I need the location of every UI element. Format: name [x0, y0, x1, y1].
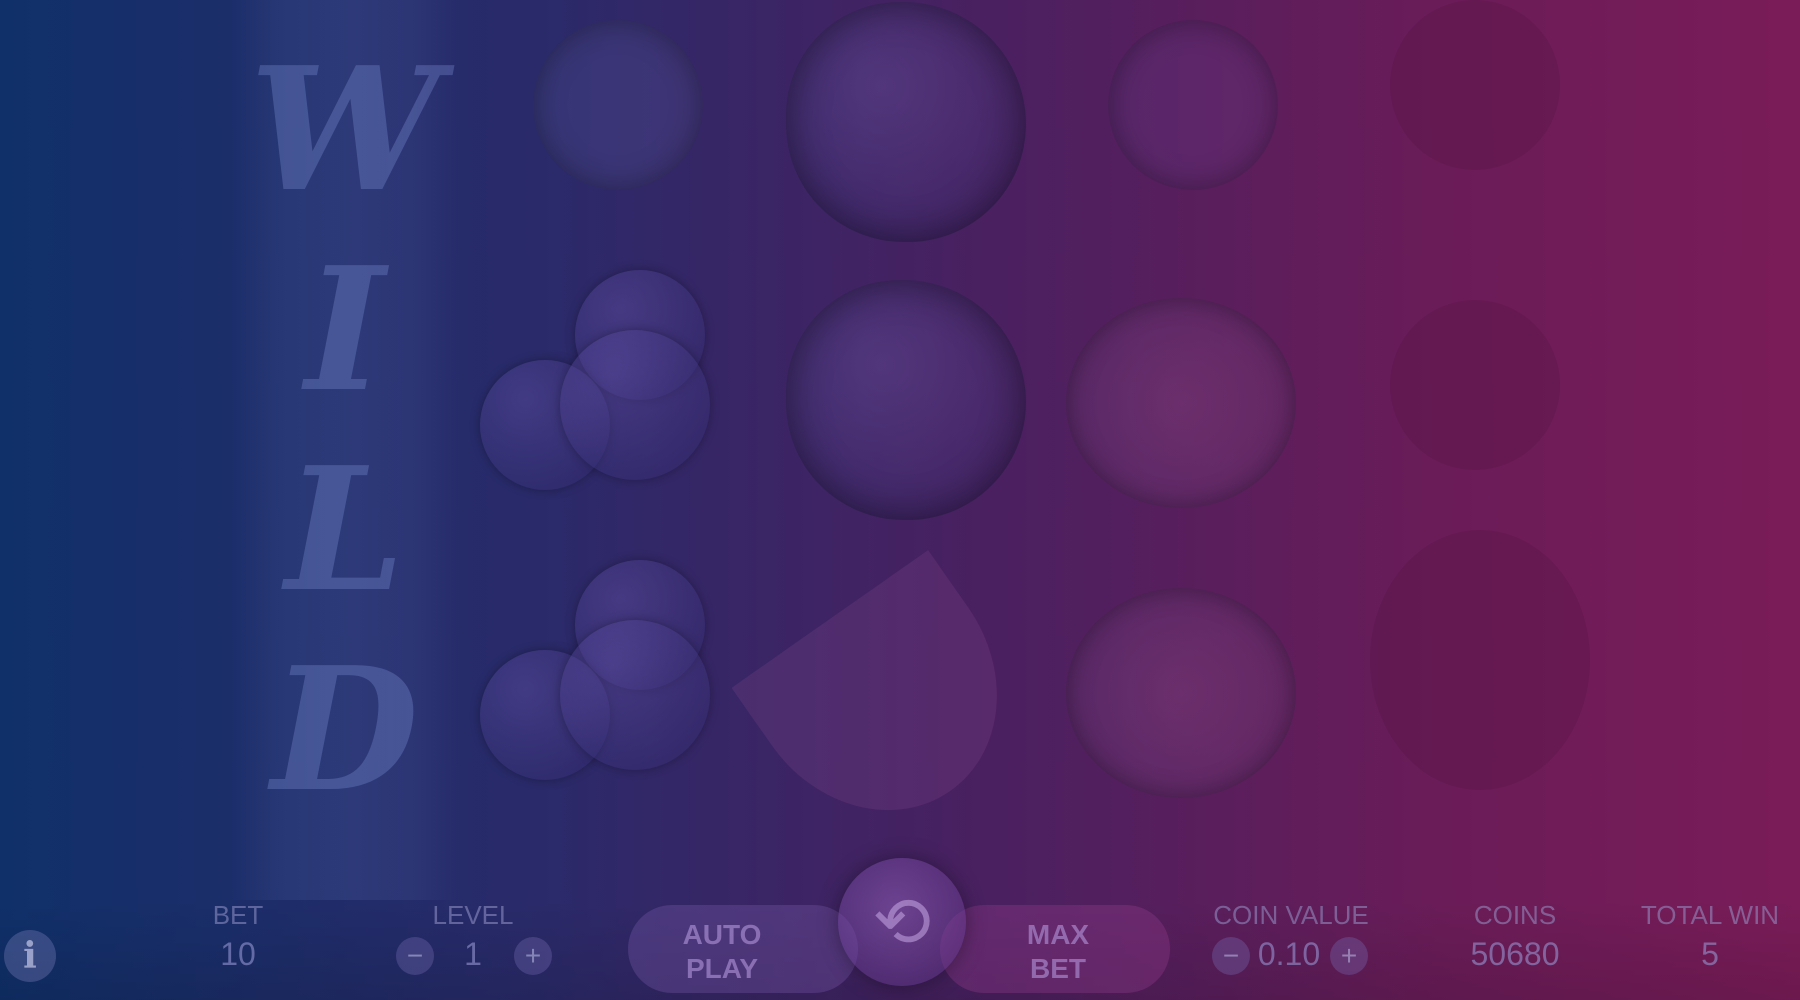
wild-symbol: W I L D — [250, 30, 441, 830]
auto-play-label-line2: PLAY — [685, 953, 759, 984]
coin-value: 0.10 — [1257, 936, 1321, 972]
blueberry-icon — [480, 560, 720, 800]
level-label: LEVEL — [432, 900, 514, 930]
max-bet-label-line2: BET — [1029, 953, 1086, 984]
auto-play-label-line1: AUTO — [682, 919, 762, 950]
coins-value: 50680 — [1470, 936, 1560, 972]
spade-icon — [1108, 20, 1278, 190]
level-increase-button[interactable]: + — [514, 937, 552, 975]
heart-icon — [1390, 300, 1560, 470]
blueberry-icon — [480, 270, 720, 510]
total-win-label: TOTAL WIN — [1640, 900, 1780, 930]
max-bet-label: MAX BET — [1027, 918, 1089, 986]
wild-letter: I — [305, 230, 385, 430]
wild-letter: D — [271, 630, 419, 830]
bet-value: 10 — [220, 936, 256, 972]
orange-slice-icon — [731, 550, 1049, 860]
auto-play-label: AUTO PLAY — [683, 918, 762, 986]
diamond-icon — [533, 20, 703, 190]
spin-arrows-icon: ⟲ — [872, 883, 932, 961]
coin-value-increase-button[interactable]: + — [1330, 937, 1368, 975]
coin-value-decrease-button[interactable]: − — [1212, 937, 1250, 975]
raspberry-icon — [786, 2, 1026, 242]
heart-icon — [1390, 0, 1560, 170]
wild-reel: W I L D — [230, 0, 460, 900]
spin-button[interactable]: ⟲ — [838, 858, 966, 986]
wild-letter: W — [249, 30, 441, 230]
coins-label: COINS — [1473, 900, 1557, 930]
max-bet-label-line1: MAX — [1026, 919, 1090, 950]
lemon-icon — [1066, 588, 1296, 798]
info-button[interactable]: i — [4, 930, 56, 982]
plum-icon — [1370, 530, 1590, 790]
slot-reels: W I L D — [0, 0, 1800, 900]
total-win-value: 5 — [1701, 936, 1719, 972]
info-icon: i — [23, 935, 37, 977]
coin-value-label: COIN VALUE — [1213, 900, 1369, 930]
lemon-icon — [1066, 298, 1296, 508]
level-decrease-button[interactable]: − — [396, 937, 434, 975]
level-value: 1 — [464, 936, 482, 972]
bet-label: BET — [212, 900, 264, 930]
wild-letter: L — [285, 430, 405, 630]
raspberry-icon — [786, 280, 1026, 520]
